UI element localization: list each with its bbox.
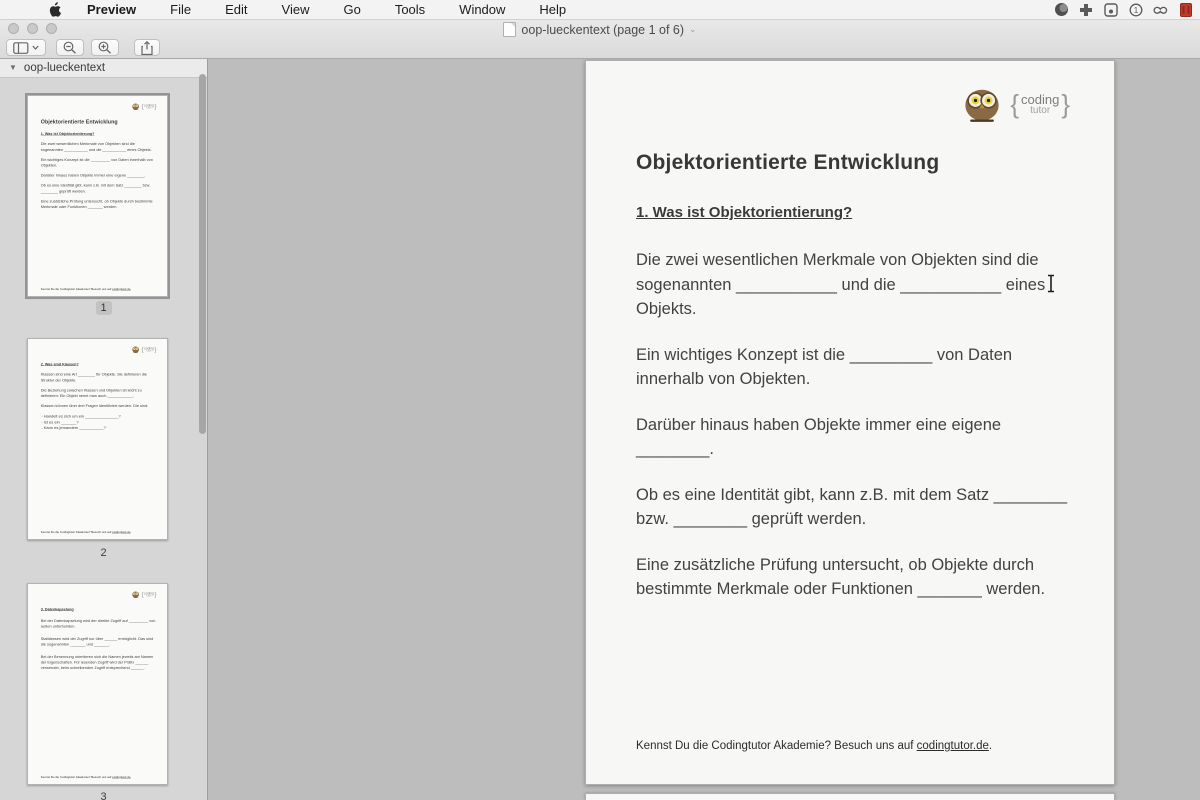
document-title: Objektorientierte Entwicklung [636, 151, 940, 174]
thumb1-paragraph: Die zwei wesentlichen Merkmale von Objek… [40, 142, 152, 152]
section-heading: 1. Was ist Objektorientierung? [636, 204, 853, 221]
logo-brand-bottom: tutor [1030, 105, 1051, 116]
thumbnail-page-3[interactable]: {coding tutor} 3. Datenkapselung Bei der … [27, 583, 168, 785]
sidebar-group-label: oop-lueckentext [23, 61, 106, 74]
thumb1-paragraph: Eine zusätzliche Prüfung untersucht, ob … [40, 199, 153, 210]
creative-cloud-status-icon[interactable] [1153, 2, 1169, 18]
menu-item-help[interactable]: Help [522, 2, 583, 17]
thumb3-paragraph: Stattdessen wird der Zugriff nur über __… [40, 636, 154, 647]
thumb2-paragraph: Klassen können über drei Fragen identifi… [40, 403, 149, 409]
thumb3-footer: Kennst Du die Codingtutor Akademie? Besu… [40, 775, 132, 779]
codingtutor-link[interactable]: codingtutor.de [917, 740, 989, 752]
moon-status-icon[interactable] [1053, 2, 1069, 18]
document-page-1[interactable]: { coding tutor } Objektorientierte Entwi… [585, 60, 1115, 785]
menu-item-window[interactable]: Window [442, 2, 522, 17]
paragraph-eigene: Darüber hinaus haben Objekte immer eine … [636, 415, 1002, 459]
toolbar [6, 39, 160, 56]
page-number-2: 2 [100, 547, 107, 559]
owl-logo-icon [132, 346, 140, 353]
menu-item-edit[interactable]: Edit [208, 2, 264, 17]
menu-item-tools[interactable]: Tools [378, 2, 442, 17]
codingtutor-logo: {coding tutor} [131, 346, 157, 354]
owl-logo-icon [132, 591, 140, 598]
zoom-in-button[interactable] [91, 39, 119, 56]
thumb1-paragraph: Ein wichtiges Konzept ist die _________ … [40, 157, 153, 168]
plus-status-icon[interactable] [1078, 2, 1094, 18]
disclosure-triangle-icon[interactable]: ▼ [9, 63, 17, 72]
menu-item-file[interactable]: File [153, 2, 208, 17]
photos-status-icon[interactable] [1103, 2, 1119, 18]
window-chrome: oop-lueckentext (page 1 of 6) ⌄ [0, 19, 1200, 59]
chevron-down-icon [32, 45, 39, 50]
document-proxy-icon[interactable] [503, 22, 517, 37]
document-page-2-sliver[interactable] [585, 793, 1115, 800]
menu-bar: Preview File Edit View Go Tools Window H… [0, 0, 1200, 20]
thumb2-heading: 2. Was sind Klassen? [40, 361, 79, 367]
thumb3-paragraph: Bei der Datenkapselung wird der direkte … [40, 618, 156, 629]
thumb3-content: 3. Datenkapselung Bei der Datenkapselung… [41, 607, 158, 678]
one-circle-status-icon[interactable]: 1 [1128, 2, 1144, 18]
thumb2-paragraph: Klassen sind eine Art ________ für Objek… [40, 372, 147, 383]
thumbnail-sidebar: ▼ oop-lueckentext { coding tutor } Objek… [0, 58, 208, 800]
logo-brace-left: { [1010, 89, 1019, 119]
apple-menu-icon[interactable] [48, 2, 61, 17]
page-number-3: 3 [100, 791, 107, 800]
menu-items: Preview File Edit View Go Tools Window H… [87, 2, 583, 17]
window-title-area: oop-lueckentext (page 1 of 6) ⌄ [0, 22, 1200, 37]
thumb1-title: Objektorientierte Entwicklung [40, 118, 118, 125]
status-icons: 1 [1053, 2, 1200, 18]
thumb2-footer: Kennst Du die Codingtutor Akademie? Besu… [40, 530, 132, 534]
codingtutor-logo: {coding tutor} [131, 591, 157, 599]
thumbnail-page-1-preview: { coding tutor } Objektorientierte Entwi… [28, 96, 167, 296]
screen: { "menu_bar": { "items": ["Preview", "Fi… [0, 0, 1200, 800]
sidebar-view-icon [13, 41, 29, 54]
menu-item-go[interactable]: Go [326, 2, 377, 17]
thumbnail-page-3-preview: {coding tutor} 3. Datenkapselung Bei der … [28, 584, 167, 784]
zoom-out-button[interactable] [56, 39, 84, 56]
footer-suffix: . [988, 740, 993, 752]
paragraph-konzept: Ein wichtiges Konzept ist die _________ … [636, 345, 1013, 389]
thumb2-bullet-list: Handelt es sich um ein _______________? … [41, 413, 157, 431]
thumb1-footer: Kennst Du die Codingtutor Akademie? Besu… [40, 287, 132, 291]
thumb2-content: 2. Was sind Klassen? Klassen sind eine A… [41, 362, 158, 436]
window-title: oop-lueckentext (page 1 of 6) [521, 22, 685, 37]
thumb1-paragraph: Ob es eine Identität gibt, kann z.B. mit… [40, 183, 151, 194]
footer-text: Kennst Du die Codingtutor Akademie? Besu… [636, 740, 917, 752]
logo-brace-right: } [1061, 89, 1070, 119]
paragraph-pruefung: Eine zusätzliche Prüfung untersucht, ob … [636, 555, 1046, 599]
page-number-1: 1 [0, 301, 207, 315]
thumbnail-page-2-preview: {coding tutor} 2. Was sind Klassen? Klass… [28, 339, 167, 539]
svg-text:1: 1 [1134, 6, 1139, 15]
document-content: Objektorientierte Entwicklung 1. Was ist… [636, 151, 1068, 623]
sidebar-scrollbar[interactable] [199, 74, 206, 434]
recorder-status-icon[interactable] [1178, 2, 1194, 18]
paragraph-identitaet: Ob es eine Identität gibt, kann z.B. mit… [636, 485, 1068, 529]
thumb1-paragraph: Darüber hinaus haben Objekte immer eine … [40, 173, 146, 178]
sidebar-group-header[interactable]: ▼ oop-lueckentext [0, 58, 207, 78]
thumb2-paragraph: Die Beziehung zwischen Klassen und Objek… [40, 388, 142, 399]
thumb1-content: Objektorientierte Entwicklung 1. Was ist… [41, 119, 158, 214]
thumb1-heading: 1. Was ist Objektorientierung? [40, 131, 95, 136]
codingtutor-logo: { coding tutor } [960, 85, 1070, 123]
logo-brace-right: } [154, 102, 157, 111]
ibeam-cursor-icon [1048, 274, 1054, 293]
menu-item-preview[interactable]: Preview [87, 2, 153, 17]
codingtutor-logo: { coding tutor } [131, 102, 157, 111]
owl-logo-icon [132, 103, 140, 110]
paragraph-merkmale: Die zwei wesentlichen Merkmale von Objek… [636, 251, 1046, 318]
sidebar-view-button[interactable] [6, 39, 46, 56]
menu-item-view[interactable]: View [265, 2, 327, 17]
zoom-in-icon [98, 41, 111, 54]
thumb3-heading: 3. Datenkapselung [40, 606, 74, 612]
logo-brand-bottom: tutor [146, 106, 152, 110]
thumbnail-page-2[interactable]: {coding tutor} 2. Was sind Klassen? Klass… [27, 338, 168, 540]
thumb3-paragraph: Bei der Benennung orientieren sich die N… [40, 654, 154, 671]
document-footer: Kennst Du die Codingtutor Akademie? Besu… [636, 740, 992, 752]
zoom-out-icon [63, 41, 76, 54]
thumbnail-page-1[interactable]: { coding tutor } Objektorientierte Entwi… [27, 95, 168, 297]
share-button[interactable] [134, 39, 160, 56]
share-icon [141, 40, 153, 55]
owl-logo-icon [965, 89, 999, 122]
title-chevron-icon[interactable]: ⌄ [689, 24, 697, 35]
